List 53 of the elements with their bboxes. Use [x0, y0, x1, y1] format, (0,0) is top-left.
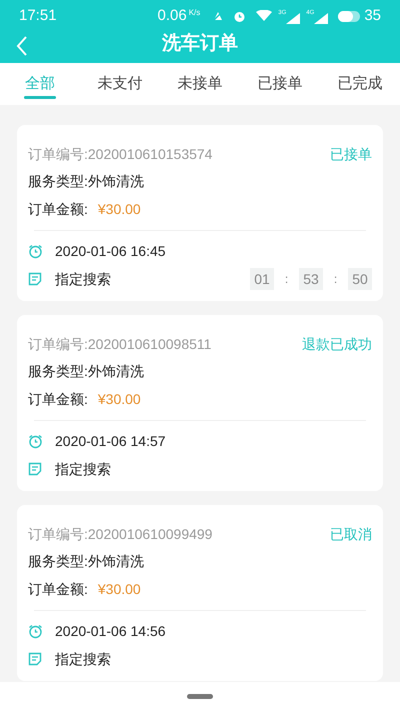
alarm-clock-icon	[28, 434, 43, 448]
order-note: 指定搜索	[55, 460, 111, 478]
page-title: 洗车订单	[162, 32, 238, 56]
order-number: 订单编号:2020010610098511	[28, 335, 212, 354]
order-status: 已取消	[330, 525, 372, 544]
note-icon	[28, 272, 42, 286]
tab-indicator	[24, 96, 56, 99]
order-time: 2020-01-06 16:45	[55, 242, 166, 260]
note-icon	[28, 652, 42, 666]
battery-level: 35	[364, 6, 381, 26]
order-time: 2020-01-06 14:57	[55, 432, 166, 450]
note-icon	[28, 462, 42, 476]
service-type: 服务类型:外饰清洗	[27, 172, 145, 191]
filter-tab[interactable]: 已接单	[240, 63, 320, 105]
order-number: 订单编号:2020010610099499	[28, 525, 212, 544]
filter-tab[interactable]: 已完成	[320, 63, 400, 105]
wifi-icon	[256, 10, 272, 22]
back-icon	[16, 36, 28, 56]
order-amount: ¥30.00	[98, 390, 141, 409]
home-indicator[interactable]	[187, 694, 213, 699]
countdown-separator: :	[284, 271, 290, 288]
battery-icon	[338, 10, 360, 22]
countdown-cell: 50	[348, 268, 372, 290]
countdown-cell: 01	[250, 268, 274, 290]
signal-icon	[286, 12, 300, 24]
order-time: 2020-01-06 14:56	[55, 622, 166, 640]
amount-label: 订单金额:	[28, 200, 88, 219]
service-type: 服务类型:外饰清洗	[27, 552, 145, 571]
order-number: 订单编号:2020010610153574	[28, 145, 212, 164]
order-note: 指定搜索	[55, 650, 111, 668]
order-note: 指定搜索	[55, 270, 111, 288]
order-amount: ¥30.00	[98, 200, 141, 219]
alarm-clock-icon	[28, 244, 43, 258]
filter-tab[interactable]: 未接单	[160, 63, 240, 105]
order-amount: ¥30.00	[98, 580, 141, 599]
order-card[interactable]: 订单编号:2020010610099499 已取消 服务类型:外饰清洗 订单金额: ¥30.00 2020-01-06 14:56 指定搜索	[17, 505, 383, 681]
order-card[interactable]: 订单编号:2020010610153574 已接单 服务类型:外饰清洗 订单金额: ¥30.00 2020-01-06 16:45 指定搜索 01 : 53 : 50	[17, 125, 383, 301]
amount-label: 订单金额:	[28, 580, 88, 599]
order-status: 退款已成功	[302, 335, 372, 354]
amount-label: 订单金额:	[28, 390, 88, 409]
service-type: 服务类型:外饰清洗	[27, 362, 145, 381]
order-status: 已接单	[330, 145, 372, 164]
alarm-clock-icon	[28, 624, 43, 638]
speed-unit: K/s	[188, 7, 200, 19]
alarm-icon	[233, 10, 246, 22]
filter-tab[interactable]: 未支付	[80, 63, 160, 105]
mute-icon	[212, 10, 224, 22]
status-time: 17:51	[19, 6, 57, 26]
network-speed: 0.06	[158, 6, 187, 26]
order-card[interactable]: 订单编号:2020010610098511 退款已成功 服务类型:外饰清洗 订单金额: ¥30.00 2020-01-06 14:57 指定搜索	[17, 315, 383, 491]
countdown-separator: :	[332, 271, 338, 288]
signal-icon	[314, 12, 328, 24]
countdown-cell: 53	[299, 268, 323, 290]
